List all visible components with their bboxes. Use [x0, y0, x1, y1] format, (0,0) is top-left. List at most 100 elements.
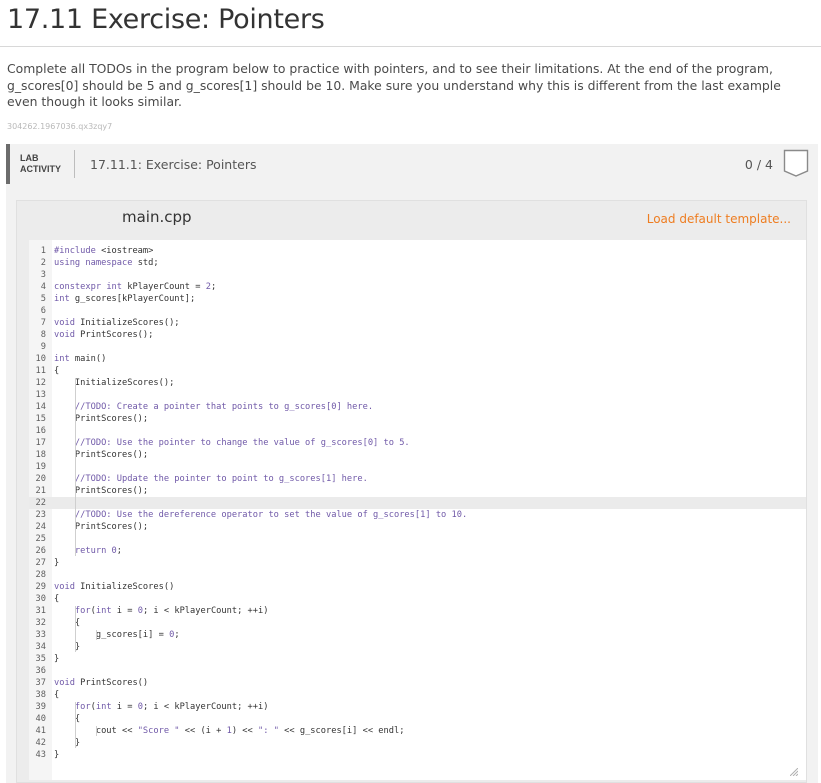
- code-editor[interactable]: 1 #include <iostream> 2 using namespace std…: [29, 240, 806, 780]
- line-number: 25: [35, 534, 46, 544]
- code-text[interactable]: {: [54, 365, 59, 377]
- code-text[interactable]: int g_scores[kPlayerCount];: [54, 293, 195, 305]
- code-line[interactable]: 11 {: [29, 365, 806, 377]
- code-line[interactable]: 41 cout << "Score " << (i + 1) << ": " <…: [29, 725, 806, 737]
- code-line[interactable]: 31 for(int i = 0; i < kPlayerCount; ++i): [29, 605, 806, 617]
- line-number: 5: [40, 294, 46, 304]
- code-line[interactable]: 21 PrintScores();: [29, 485, 806, 497]
- code-line[interactable]: 42 }: [29, 737, 806, 749]
- code-text[interactable]: PrintScores();: [54, 521, 148, 533]
- code-text[interactable]: void InitializeScores(): [54, 581, 174, 593]
- indent-guide: [74, 606, 76, 652]
- code-line[interactable]: 9: [29, 341, 806, 353]
- code-line[interactable]: 43}: [29, 749, 806, 761]
- line-number: 11: [35, 366, 46, 376]
- code-text[interactable]: using namespace std;: [54, 257, 159, 269]
- code-text[interactable]: PrintScores();: [54, 413, 148, 425]
- code-line[interactable]: 6: [29, 305, 806, 317]
- code-text[interactable]: }: [54, 557, 59, 569]
- code-text[interactable]: void InitializeScores();: [54, 317, 180, 329]
- code-line[interactable]: 25: [29, 533, 806, 545]
- code-line[interactable]: 32 {: [29, 617, 806, 629]
- code-text[interactable]: int main(): [54, 353, 106, 365]
- code-text[interactable]: #include <iostream>: [54, 245, 153, 257]
- code-text[interactable]: g_scores[i] = 0;: [54, 629, 180, 641]
- code-line[interactable]: 22: [29, 497, 806, 509]
- code-line[interactable]: 5 int g_scores[kPlayerCount];: [29, 293, 806, 305]
- code-line[interactable]: 10 int main(): [29, 353, 806, 365]
- code-text[interactable]: PrintScores();: [54, 485, 148, 497]
- code-text[interactable]: }: [54, 641, 80, 653]
- code-line[interactable]: 34 }: [29, 641, 806, 653]
- code-text[interactable]: constexpr int kPlayerCount = 2;: [54, 281, 216, 293]
- code-line[interactable]: 1 #include <iostream>: [29, 245, 806, 257]
- code-line[interactable]: 20 //TODO: Update the pointer to point t…: [29, 473, 806, 485]
- code-text[interactable]: {: [54, 713, 80, 725]
- line-number: 19: [35, 462, 46, 472]
- resize-grip-icon[interactable]: [790, 768, 798, 776]
- code-line[interactable]: 37 void PrintScores(): [29, 677, 806, 689]
- code-line[interactable]: 8 void PrintScores();: [29, 329, 806, 341]
- line-number: 9: [40, 342, 46, 352]
- code-text[interactable]: //TODO: Update the pointer to point to g…: [54, 473, 368, 485]
- code-text[interactable]: }: [54, 653, 59, 665]
- code-line[interactable]: 2 using namespace std;: [29, 257, 806, 269]
- page-title: 17.11 Exercise: Pointers: [7, 4, 325, 35]
- code-text[interactable]: void PrintScores();: [54, 329, 153, 341]
- line-number: 40: [35, 714, 46, 724]
- code-text[interactable]: InitializeScores();: [54, 377, 174, 389]
- code-line[interactable]: 29 void InitializeScores(): [29, 581, 806, 593]
- code-line[interactable]: 23 //TODO: Use the dereference operator …: [29, 509, 806, 521]
- line-number: 27: [35, 558, 46, 568]
- code-text[interactable]: for(int i = 0; i < kPlayerCount; ++i): [54, 701, 269, 713]
- code-line[interactable]: 14 //TODO: Create a pointer that points …: [29, 401, 806, 413]
- title-divider: [0, 46, 821, 47]
- code-line[interactable]: 24 PrintScores();: [29, 521, 806, 533]
- line-number: 17: [35, 438, 46, 448]
- code-text[interactable]: cout << "Score " << (i + 1) << ": " << g…: [54, 725, 405, 737]
- code-line[interactable]: 36: [29, 665, 806, 677]
- code-text[interactable]: }: [54, 749, 59, 761]
- file-tab-main-cpp[interactable]: main.cpp: [122, 208, 192, 226]
- line-number: 14: [35, 402, 46, 412]
- code-line[interactable]: 16: [29, 425, 806, 437]
- code-line[interactable]: 13: [29, 389, 806, 401]
- code-text[interactable]: {: [54, 593, 59, 605]
- code-line[interactable]: 33 g_scores[i] = 0;: [29, 629, 806, 641]
- reference-id: 304262.1967036.qx3zqy7: [7, 122, 113, 131]
- code-line[interactable]: 18 PrintScores();: [29, 449, 806, 461]
- code-line[interactable]: 40 {: [29, 713, 806, 725]
- code-line[interactable]: 4 constexpr int kPlayerCount = 2;: [29, 281, 806, 293]
- code-text[interactable]: PrintScores();: [54, 449, 148, 461]
- line-number: 42: [35, 738, 46, 748]
- indent-guide: [95, 630, 97, 640]
- code-line[interactable]: 35}: [29, 653, 806, 665]
- load-default-template-link[interactable]: Load default template...: [647, 212, 791, 226]
- code-text[interactable]: {: [54, 689, 59, 701]
- code-text[interactable]: }: [54, 737, 80, 749]
- line-number: 15: [35, 414, 46, 424]
- code-line[interactable]: 3: [29, 269, 806, 281]
- code-lines[interactable]: 1 #include <iostream> 2 using namespace std…: [29, 245, 806, 761]
- code-text[interactable]: {: [54, 617, 80, 629]
- code-line[interactable]: 15 PrintScores();: [29, 413, 806, 425]
- line-number: 36: [35, 666, 46, 676]
- code-line[interactable]: 27}: [29, 557, 806, 569]
- code-text[interactable]: //TODO: Create a pointer that points to …: [54, 401, 373, 413]
- code-line[interactable]: 39 for(int i = 0; i < kPlayerCount; ++i): [29, 701, 806, 713]
- code-text[interactable]: for(int i = 0; i < kPlayerCount; ++i): [54, 605, 269, 617]
- code-text[interactable]: return 0;: [54, 545, 122, 557]
- code-line[interactable]: 17 //TODO: Use the pointer to change the…: [29, 437, 806, 449]
- code-text[interactable]: void PrintScores(): [54, 677, 148, 689]
- code-text[interactable]: //TODO: Use the pointer to change the va…: [54, 437, 410, 449]
- code-line[interactable]: 7 void InitializeScores();: [29, 317, 806, 329]
- code-line[interactable]: 30 {: [29, 593, 806, 605]
- line-number: 30: [35, 594, 46, 604]
- code-line[interactable]: 19: [29, 461, 806, 473]
- line-number: 31: [35, 606, 46, 616]
- code-line[interactable]: 38 {: [29, 689, 806, 701]
- code-line[interactable]: 28: [29, 569, 806, 581]
- code-line[interactable]: 12 InitializeScores();: [29, 377, 806, 389]
- code-line[interactable]: 26 return 0;: [29, 545, 806, 557]
- code-text[interactable]: //TODO: Use the dereference operator to …: [54, 509, 467, 521]
